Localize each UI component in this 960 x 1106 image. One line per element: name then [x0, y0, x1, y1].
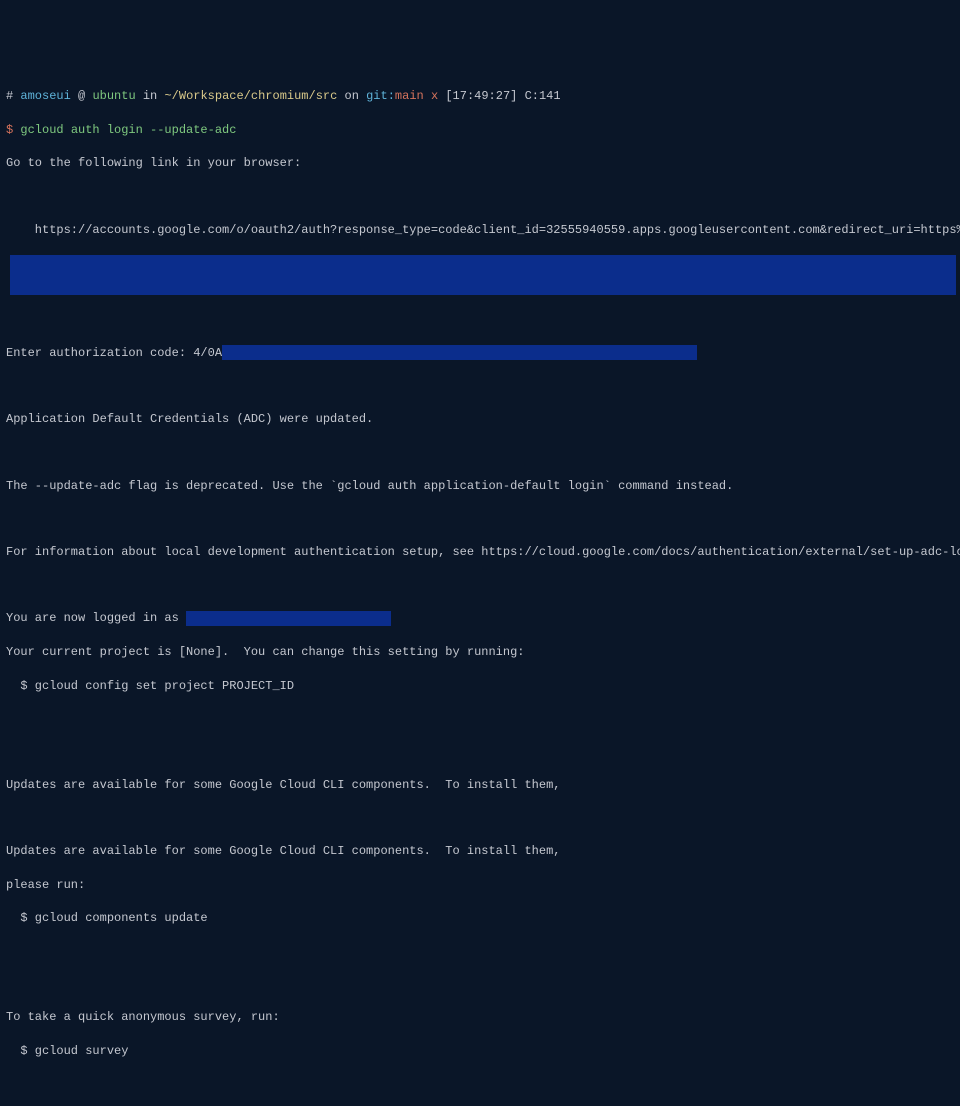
prompt-host: ubuntu — [92, 89, 135, 103]
output-updates2: Updates are available for some Google Cl… — [6, 843, 954, 860]
output-url: https://accounts.google.com/o/oauth2/aut… — [6, 222, 954, 239]
prompt-c-value: 141 — [539, 89, 561, 103]
output-please-run: please run: — [6, 877, 954, 894]
redacted-url-block — [10, 255, 956, 295]
output-updates1: Updates are available for some Google Cl… — [6, 777, 954, 794]
output-go-to-link: Go to the following link in your browser… — [6, 155, 954, 172]
blank-line — [6, 445, 954, 461]
blank-line — [6, 711, 954, 727]
prompt-path: ~/Workspace/chromium/src — [164, 89, 337, 103]
prompt-git-label: git: — [366, 89, 395, 103]
prompt-user: amoseui — [20, 89, 70, 103]
output-enter-code: Enter authorization code: 4/0A — [6, 345, 954, 362]
blank-line — [6, 312, 954, 328]
blank-line — [6, 189, 954, 205]
prompt-line: # amoseui @ ubuntu in ~/Workspace/chromi… — [6, 88, 954, 105]
prompt-time: [17:49:27] — [445, 89, 517, 103]
prompt-dollar: $ — [6, 123, 13, 137]
blank-line — [6, 977, 954, 993]
blank-line — [6, 511, 954, 527]
output-survey1: To take a quick anonymous survey, run: — [6, 1009, 954, 1026]
output-info: For information about local development … — [6, 544, 954, 561]
command-text: gcloud auth login --update-adc — [20, 123, 236, 137]
prompt-in: in — [143, 89, 157, 103]
redacted-auth-code — [222, 345, 697, 360]
output-config-cmd: $ gcloud config set project PROJECT_ID — [6, 678, 954, 695]
output-survey2: $ gcloud survey — [6, 1043, 954, 1060]
blank-line — [6, 744, 954, 760]
prompt-x: x — [431, 89, 438, 103]
blank-line — [6, 578, 954, 594]
output-components-update: $ gcloud components update — [6, 910, 954, 927]
prompt-c-label: C: — [525, 89, 539, 103]
prompt-at: @ — [78, 89, 85, 103]
blank-line — [6, 810, 954, 826]
prompt-hash: # — [6, 89, 13, 103]
output-logged-in: You are now logged in as — [6, 610, 954, 627]
output-deprecated: The --update-adc flag is deprecated. Use… — [6, 478, 954, 495]
prompt-on: on — [345, 89, 359, 103]
redacted-email — [186, 611, 391, 626]
output-current-project: Your current project is [None]. You can … — [6, 644, 954, 661]
command-line: $ gcloud auth login --update-adc — [6, 122, 954, 139]
prompt-branch: main — [395, 89, 424, 103]
terminal-output[interactable]: # amoseui @ ubuntu in ~/Workspace/chromi… — [6, 71, 954, 1076]
blank-line — [6, 378, 954, 394]
blank-line — [6, 944, 954, 960]
output-adc-updated: Application Default Credentials (ADC) we… — [6, 411, 954, 428]
